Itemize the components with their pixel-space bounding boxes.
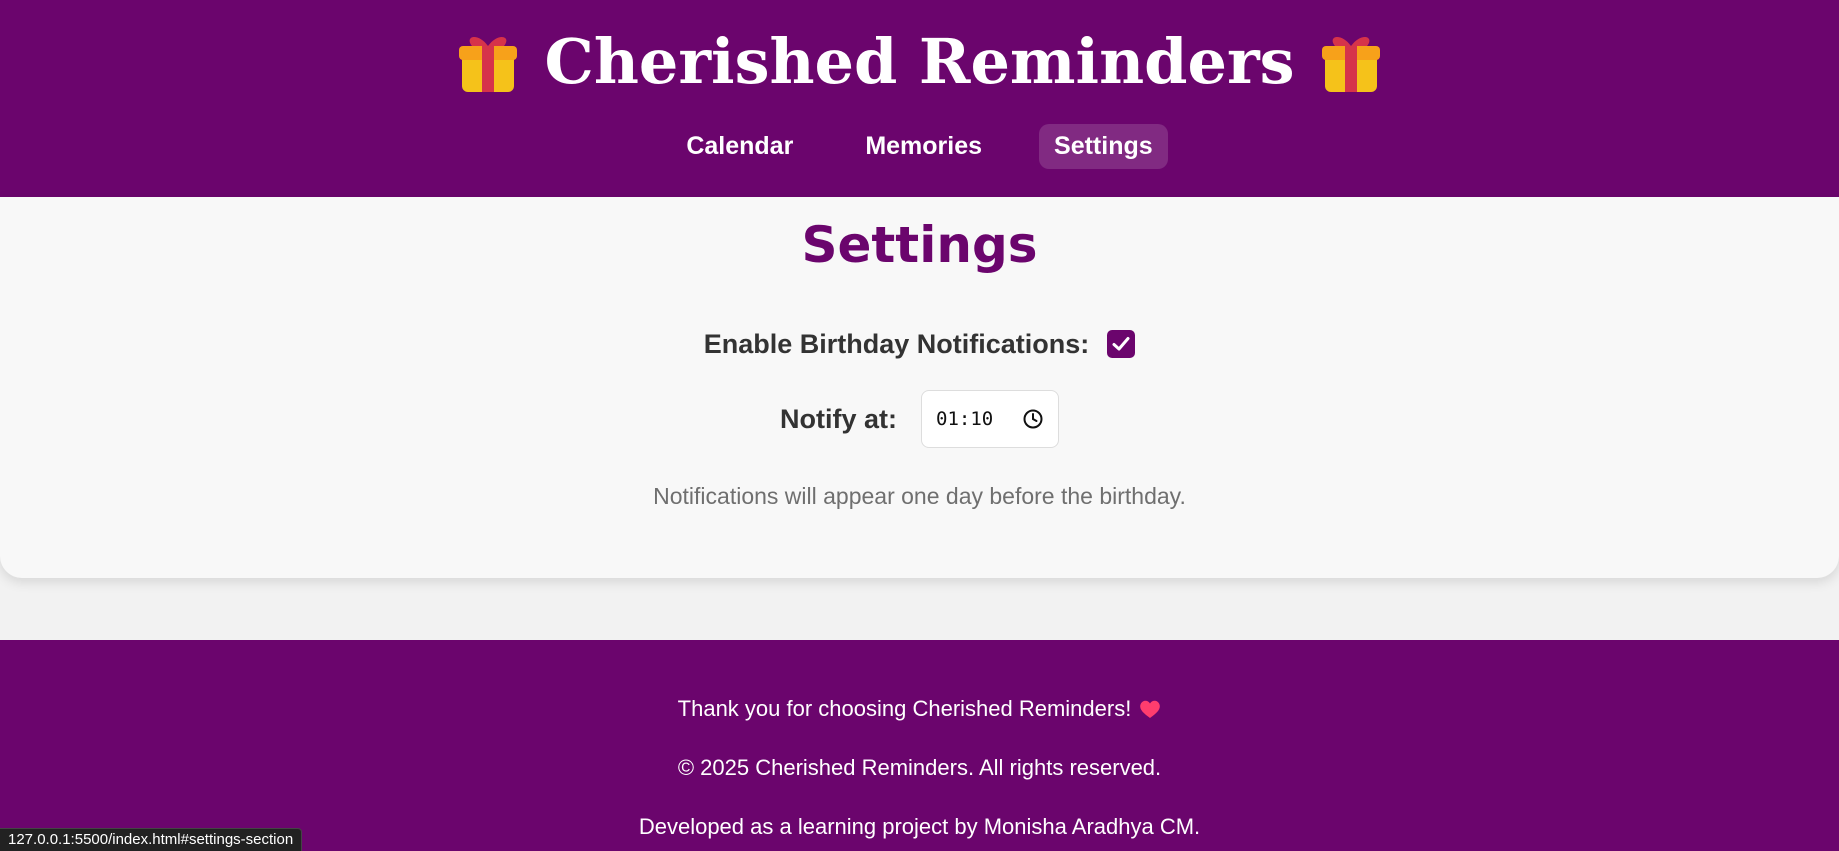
site-header: Cherished Reminders Calendar Memories Se… [0,0,1839,197]
footer-thanks-text: Thank you for choosing Cherished Reminde… [677,696,1132,721]
title-row: Cherished Reminders [0,22,1839,102]
settings-heading: Settings [801,216,1038,274]
footer-thanks: Thank you for choosing Cherished Reminde… [0,696,1839,722]
footer-copyright: © 2025 Cherished Reminders. All rights r… [677,755,1162,780]
notify-time-input[interactable]: 01:10 [921,390,1059,448]
site-footer: Thank you for choosing Cherished Reminde… [0,640,1839,851]
notifications-checkbox[interactable] [1107,330,1136,358]
notify-time-value: 01:10 [936,408,994,430]
nav-settings[interactable]: Settings [1039,123,1168,169]
main-nav: Calendar Memories Settings [0,123,1839,169]
notify-at-label: Notify at: [780,403,897,434]
notifications-label: Enable Birthday Notifications: [703,328,1090,359]
gift-icon [1321,36,1380,92]
browser-status-url: 127.0.0.1:5500/index.html#settings-secti… [0,829,302,851]
nav-calendar[interactable]: Calendar [671,124,808,169]
settings-section: Settings Enable Birthday Notifications: … [0,197,1839,578]
checkmark-icon [1112,337,1130,351]
gift-icon [459,36,518,92]
notifications-row: Enable Birthday Notifications: [0,327,1839,361]
nav-memories[interactable]: Memories [850,124,997,169]
site-title: Cherished Reminders [544,25,1295,98]
notifications-help-text: Notifications will appear one day before… [653,483,1186,509]
heart-icon [1140,700,1161,718]
clock-icon[interactable] [1022,408,1044,430]
notify-time-row: Notify at: 01:10 [0,389,1839,449]
